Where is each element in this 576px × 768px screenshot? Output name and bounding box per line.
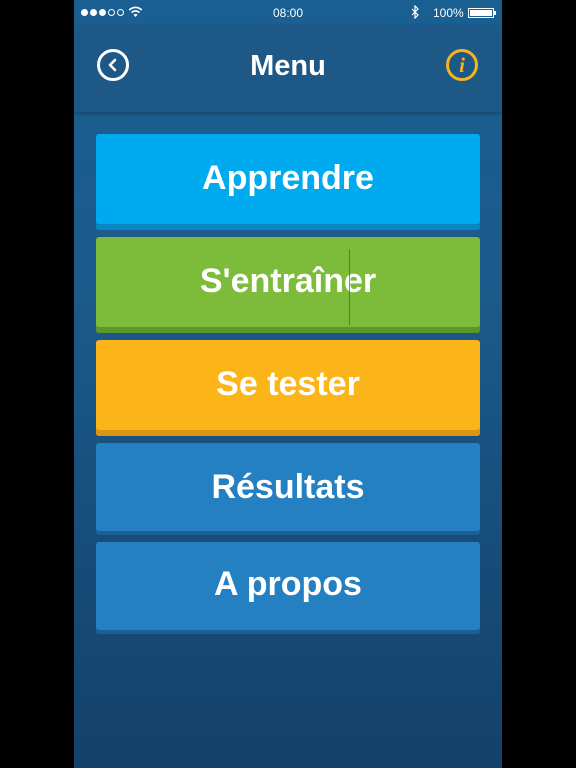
menu-item-label: Apprendre — [202, 159, 374, 197]
status-bar: 08:00 100% — [74, 0, 502, 26]
menu-item-label: Résultats — [211, 468, 365, 506]
divider — [349, 249, 350, 325]
page-title: Menu — [250, 50, 326, 82]
sentrainer-button[interactable]: S'entraîner — [96, 237, 480, 333]
battery-percentage: 100% — [433, 6, 464, 20]
menu-item-label: Se tester — [216, 365, 360, 403]
battery-icon — [468, 8, 496, 18]
se-tester-button[interactable]: Se tester — [96, 340, 480, 436]
app-screen: 08:00 100% Menu i Apprendre S'entraîner — [74, 0, 502, 768]
a-propos-button[interactable]: A propos — [96, 542, 480, 634]
menu-item-label: A propos — [214, 565, 362, 603]
info-icon: i — [459, 53, 465, 77]
resultats-button[interactable]: Résultats — [96, 443, 480, 535]
apprendre-button[interactable]: Apprendre — [96, 134, 480, 230]
bluetooth-icon — [411, 4, 420, 22]
info-button[interactable]: i — [446, 49, 478, 81]
navigation-bar: Menu i — [74, 26, 502, 112]
menu-list: Apprendre S'entraîner Se tester Résultat… — [96, 134, 480, 641]
